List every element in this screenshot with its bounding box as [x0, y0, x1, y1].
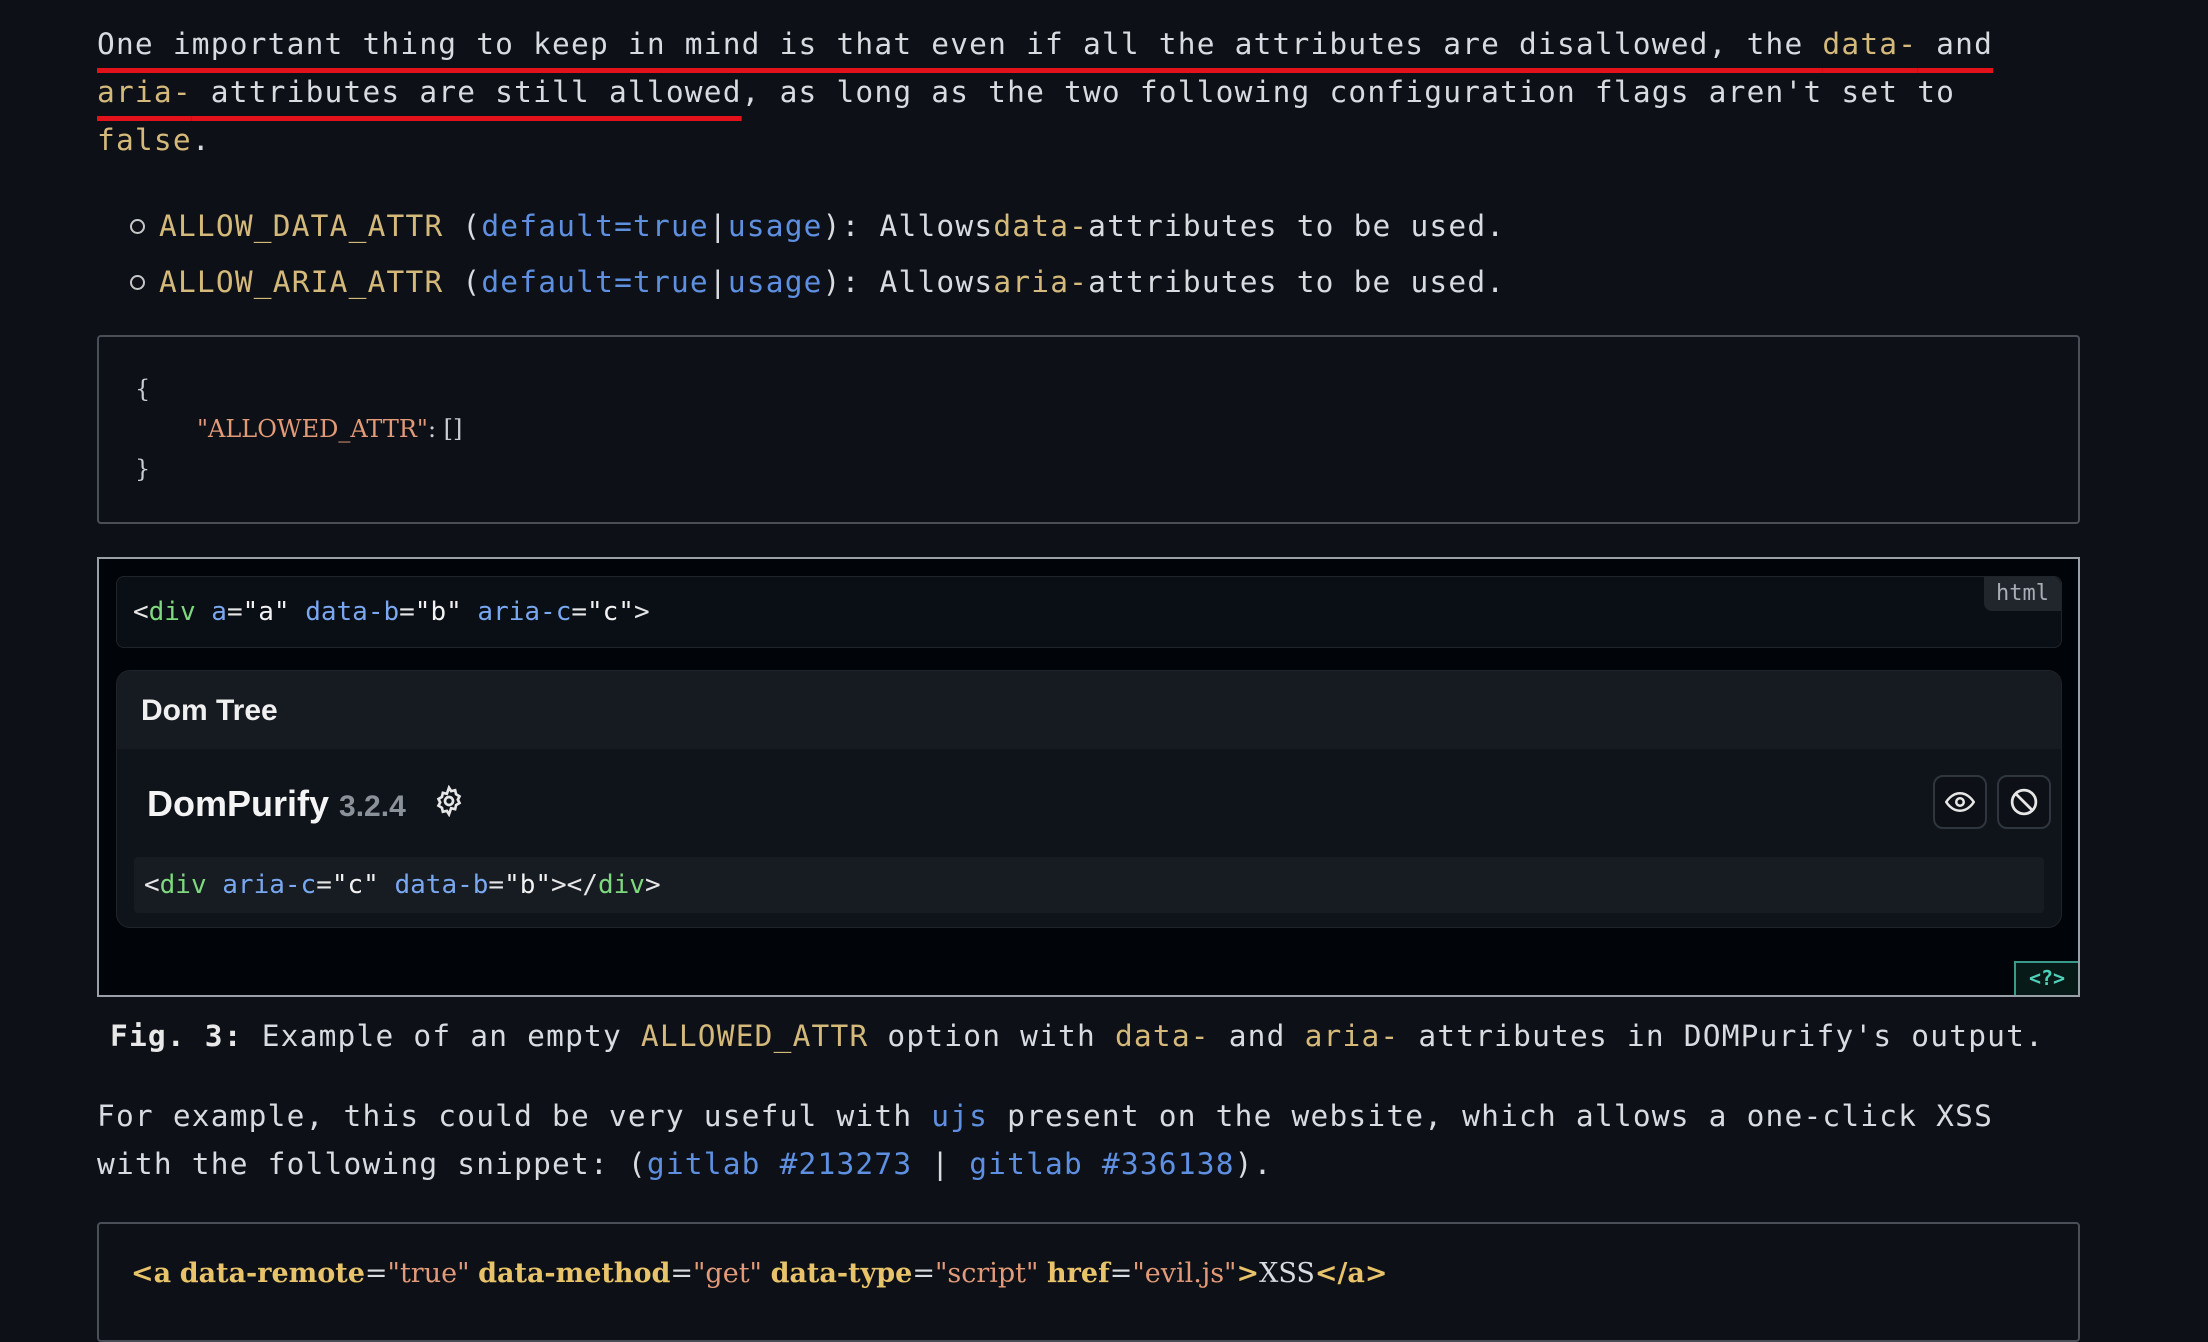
- underlined-text: One important thing to keep in mind is t…: [97, 27, 1994, 61]
- usage-link[interactable]: usage: [728, 258, 823, 306]
- library-row: DomPurify 3.2.4: [117, 749, 2061, 849]
- ujs-link[interactable]: ujs: [931, 1099, 988, 1133]
- inline-code: false: [97, 123, 192, 157]
- list-item: ALLOW_ARIA_ATTR (default=true | usage): …: [130, 254, 1505, 310]
- dompurify-demo: <div a="a" data-b="b" aria-c="c"> html D…: [97, 557, 2080, 997]
- intro-paragraph: One important thing to keep in mind is t…: [97, 27, 1994, 157]
- gitlab-issue-link[interactable]: gitlab #336138: [969, 1147, 1234, 1181]
- library-name: DomPurify 3.2.4: [147, 783, 406, 824]
- dom-tree-title: Dom Tree: [117, 671, 2061, 749]
- block-icon[interactable]: [1997, 775, 2051, 829]
- figure-caption: Fig. 3: Example of an empty ALLOWED_ATTR…: [110, 1019, 2045, 1053]
- gitlab-issue-link[interactable]: gitlab #213273: [647, 1147, 912, 1181]
- default-link[interactable]: default=true: [481, 258, 709, 306]
- default-link[interactable]: default=true: [481, 202, 709, 250]
- code-toggle-button[interactable]: <?>: [2014, 961, 2078, 995]
- bullet-icon: [130, 274, 145, 290]
- underlined-text: aria- attributes are still allowed: [97, 75, 742, 109]
- bullet-icon: [130, 218, 145, 234]
- sanitized-output: <div aria-c="c" data-b="b"></div>: [134, 857, 2044, 913]
- language-badge: html: [1984, 577, 2061, 611]
- article-page: One important thing to keep in mind is t…: [0, 0, 2208, 1342]
- list-item: ALLOW_DATA_ATTR (default=true | usage): …: [130, 198, 1505, 254]
- inline-code: data-: [1822, 27, 1918, 61]
- usage-link[interactable]: usage: [728, 202, 823, 250]
- library-version: 3.2.4: [339, 790, 406, 823]
- config-code-block: { "ALLOWED_ATTR": [] }: [97, 335, 2080, 524]
- config-flag-list: ALLOW_DATA_ATTR (default=true | usage): …: [130, 198, 1505, 310]
- xss-snippet-code-block: <a data-remote="true" data-method="get" …: [97, 1222, 2080, 1342]
- example-paragraph: For example, this could be very useful w…: [97, 1099, 1994, 1181]
- eye-icon[interactable]: [1933, 775, 1987, 829]
- html-input-editor[interactable]: <div a="a" data-b="b" aria-c="c"> html: [116, 576, 2062, 648]
- dom-tree-panel: Dom Tree DomPurify 3.2.4 <div aria-c="c" …: [116, 670, 2062, 928]
- gear-icon[interactable]: [433, 785, 465, 817]
- inline-code: aria-: [97, 75, 192, 109]
